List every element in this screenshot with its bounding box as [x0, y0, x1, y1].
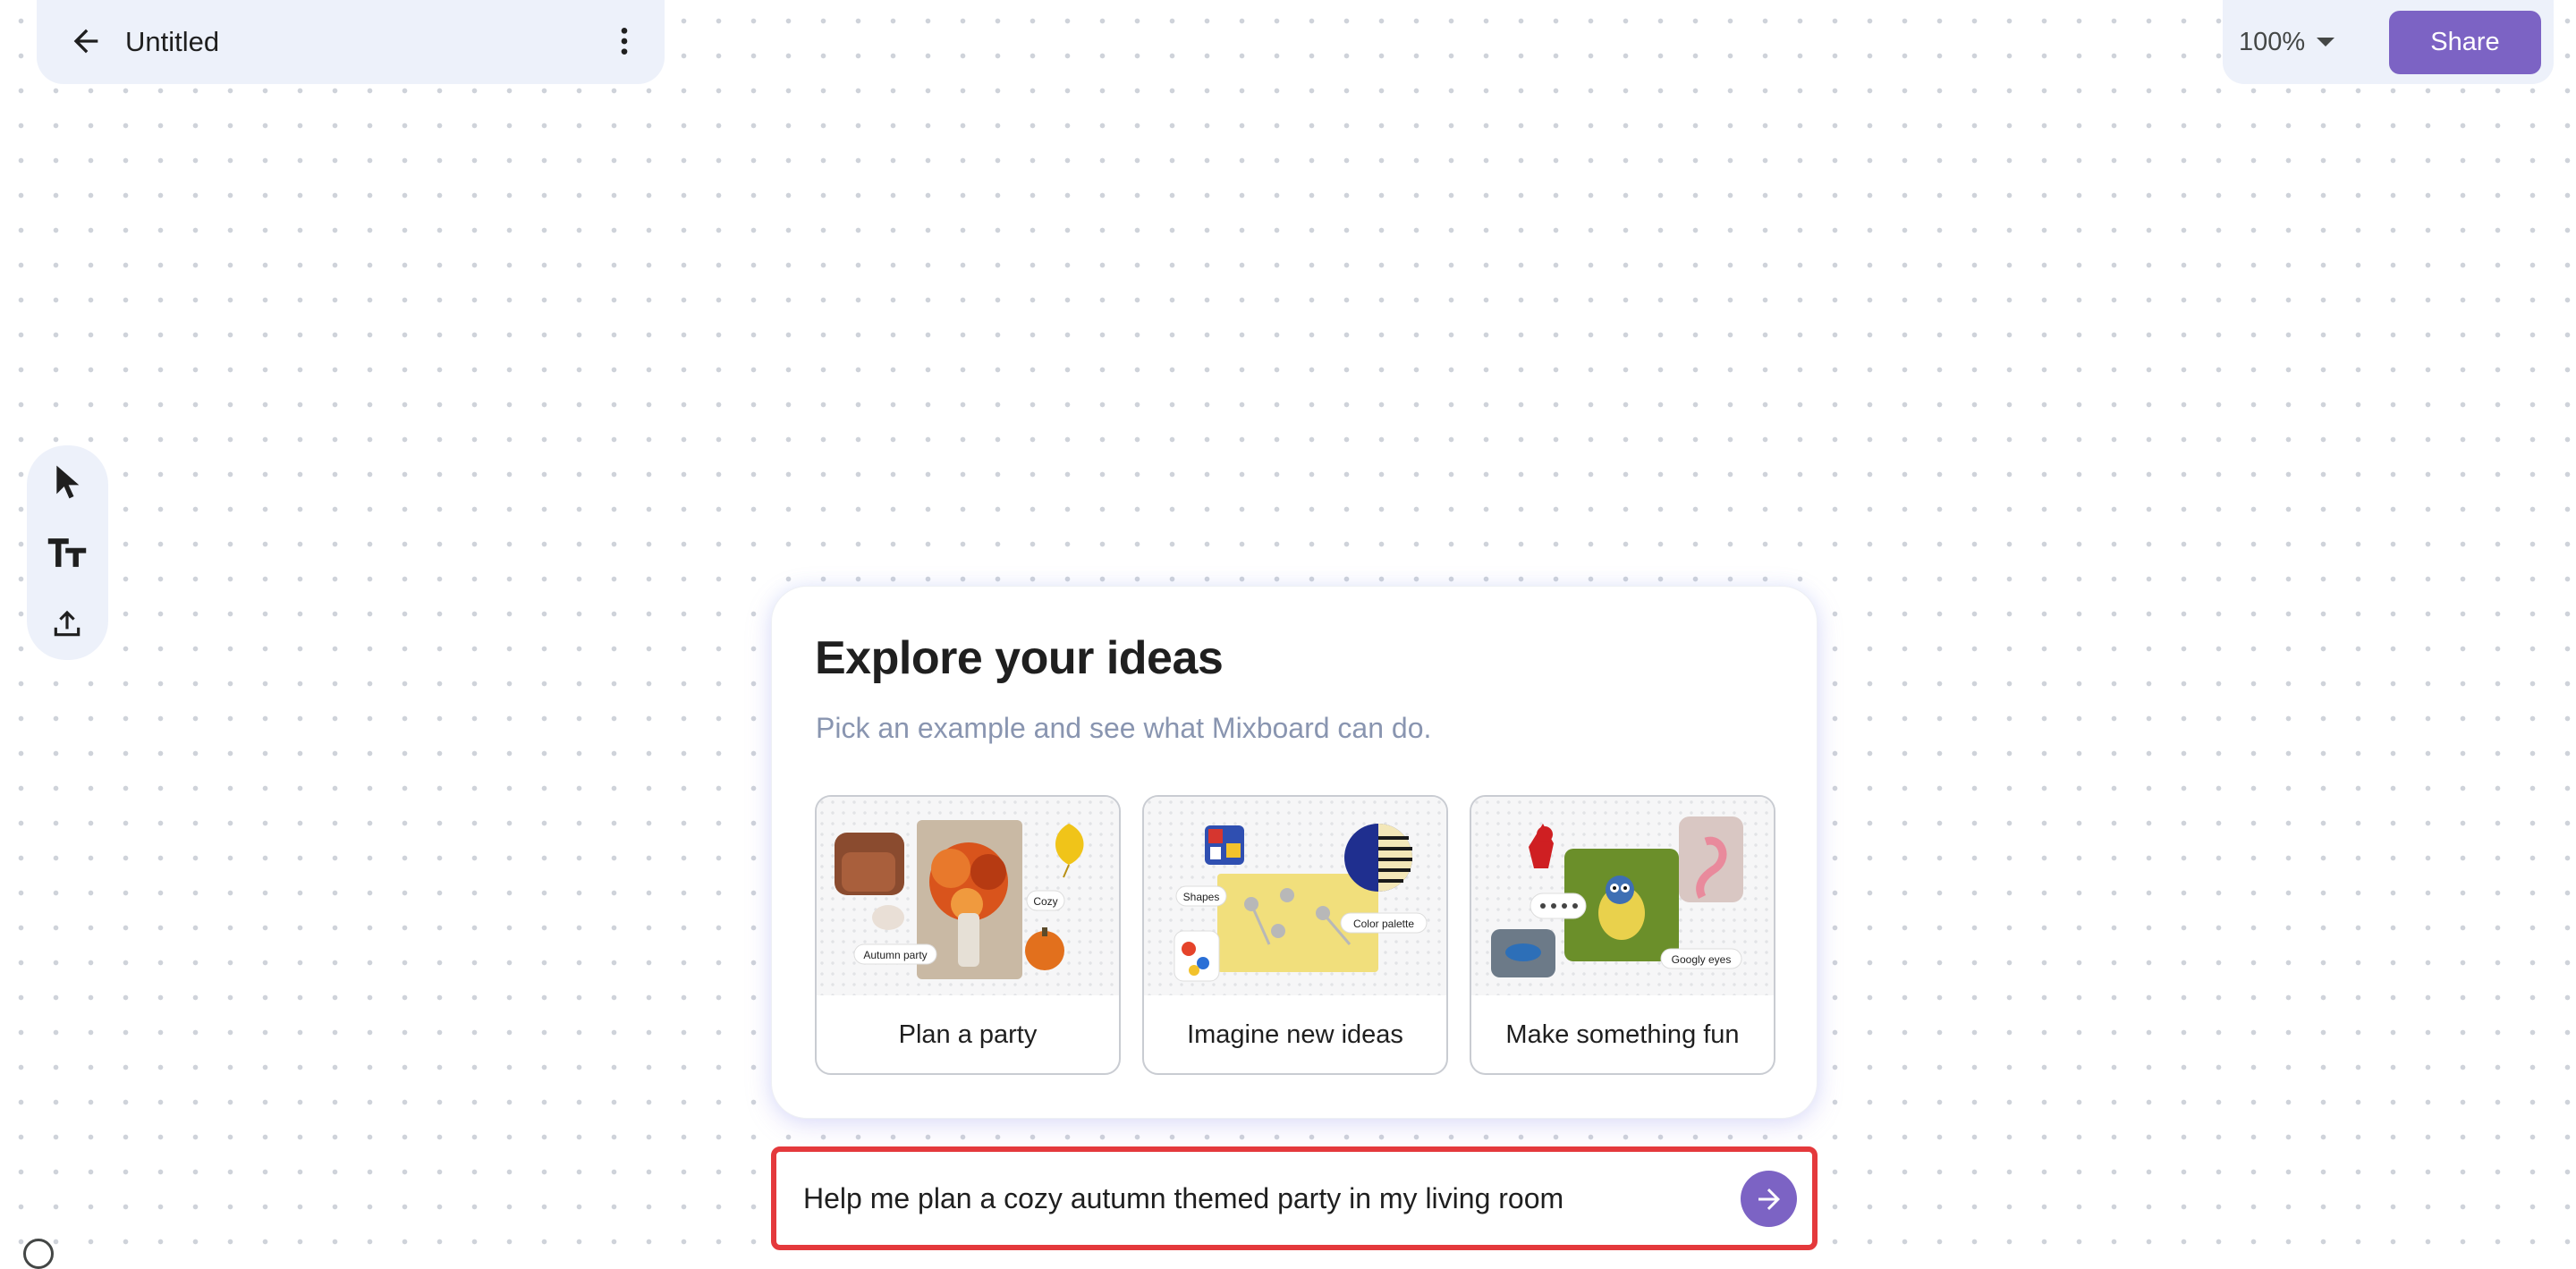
- arrow-back-icon: [73, 29, 98, 54]
- document-title[interactable]: Untitled: [125, 0, 219, 84]
- top-right-toolbar: 100% Share: [2223, 0, 2554, 84]
- text-tool-button[interactable]: [38, 523, 97, 582]
- explore-ideas-card: Explore your ideas Pick an example and s…: [771, 586, 1818, 1119]
- cursor-pointer-icon: [56, 465, 80, 499]
- upload-tool-button[interactable]: [38, 594, 97, 653]
- share-button[interactable]: Share: [2389, 11, 2541, 74]
- explore-title: Explore your ideas: [815, 632, 1224, 684]
- zoom-dropdown[interactable]: 100%: [2239, 13, 2335, 72]
- tag-shapes: Shapes: [1183, 891, 1220, 903]
- back-button[interactable]: [55, 10, 117, 72]
- explore-subtitle: Pick an example and see what Mixboard ca…: [816, 712, 1432, 744]
- plan-party-thumbnail: Cozy Autumn party: [817, 797, 1119, 995]
- example-card-make-fun[interactable]: Googly eyes Make something fun: [1470, 795, 1775, 1075]
- tag-autumn-party: Autumn party: [863, 949, 927, 961]
- example-label: Imagine new ideas: [1187, 1020, 1403, 1049]
- info-icon[interactable]: [23, 1239, 54, 1269]
- more-vert-icon: [621, 28, 628, 55]
- example-label: Make something fun: [1505, 1020, 1740, 1049]
- arrow-forward-icon: [1758, 1188, 1780, 1210]
- send-button[interactable]: [1741, 1171, 1797, 1227]
- prompt-input[interactable]: [803, 1152, 1698, 1245]
- zoom-level: 100%: [2239, 27, 2306, 56]
- example-card-imagine-ideas[interactable]: Shapes Color palette Imagine new ideas: [1142, 795, 1448, 1075]
- tool-palette: [27, 445, 108, 660]
- make-fun-thumbnail: Googly eyes: [1471, 797, 1774, 995]
- prompt-box: [771, 1146, 1818, 1250]
- title-bar: Untitled: [37, 0, 665, 84]
- text-tt-icon: [47, 538, 87, 567]
- caret-down-icon: [2317, 38, 2335, 47]
- select-tool-button[interactable]: [38, 453, 97, 512]
- example-label: Plan a party: [898, 1020, 1038, 1049]
- more-options-button[interactable]: [602, 10, 647, 72]
- tag-googly-eyes: Googly eyes: [1672, 953, 1732, 966]
- imagine-ideas-thumbnail: Shapes Color palette: [1144, 797, 1446, 995]
- example-card-plan-party[interactable]: Cozy Autumn party Plan a party: [815, 795, 1121, 1075]
- tag-cozy: Cozy: [1033, 895, 1057, 908]
- tag-color-palette: Color palette: [1353, 918, 1414, 930]
- upload-icon: [54, 610, 80, 637]
